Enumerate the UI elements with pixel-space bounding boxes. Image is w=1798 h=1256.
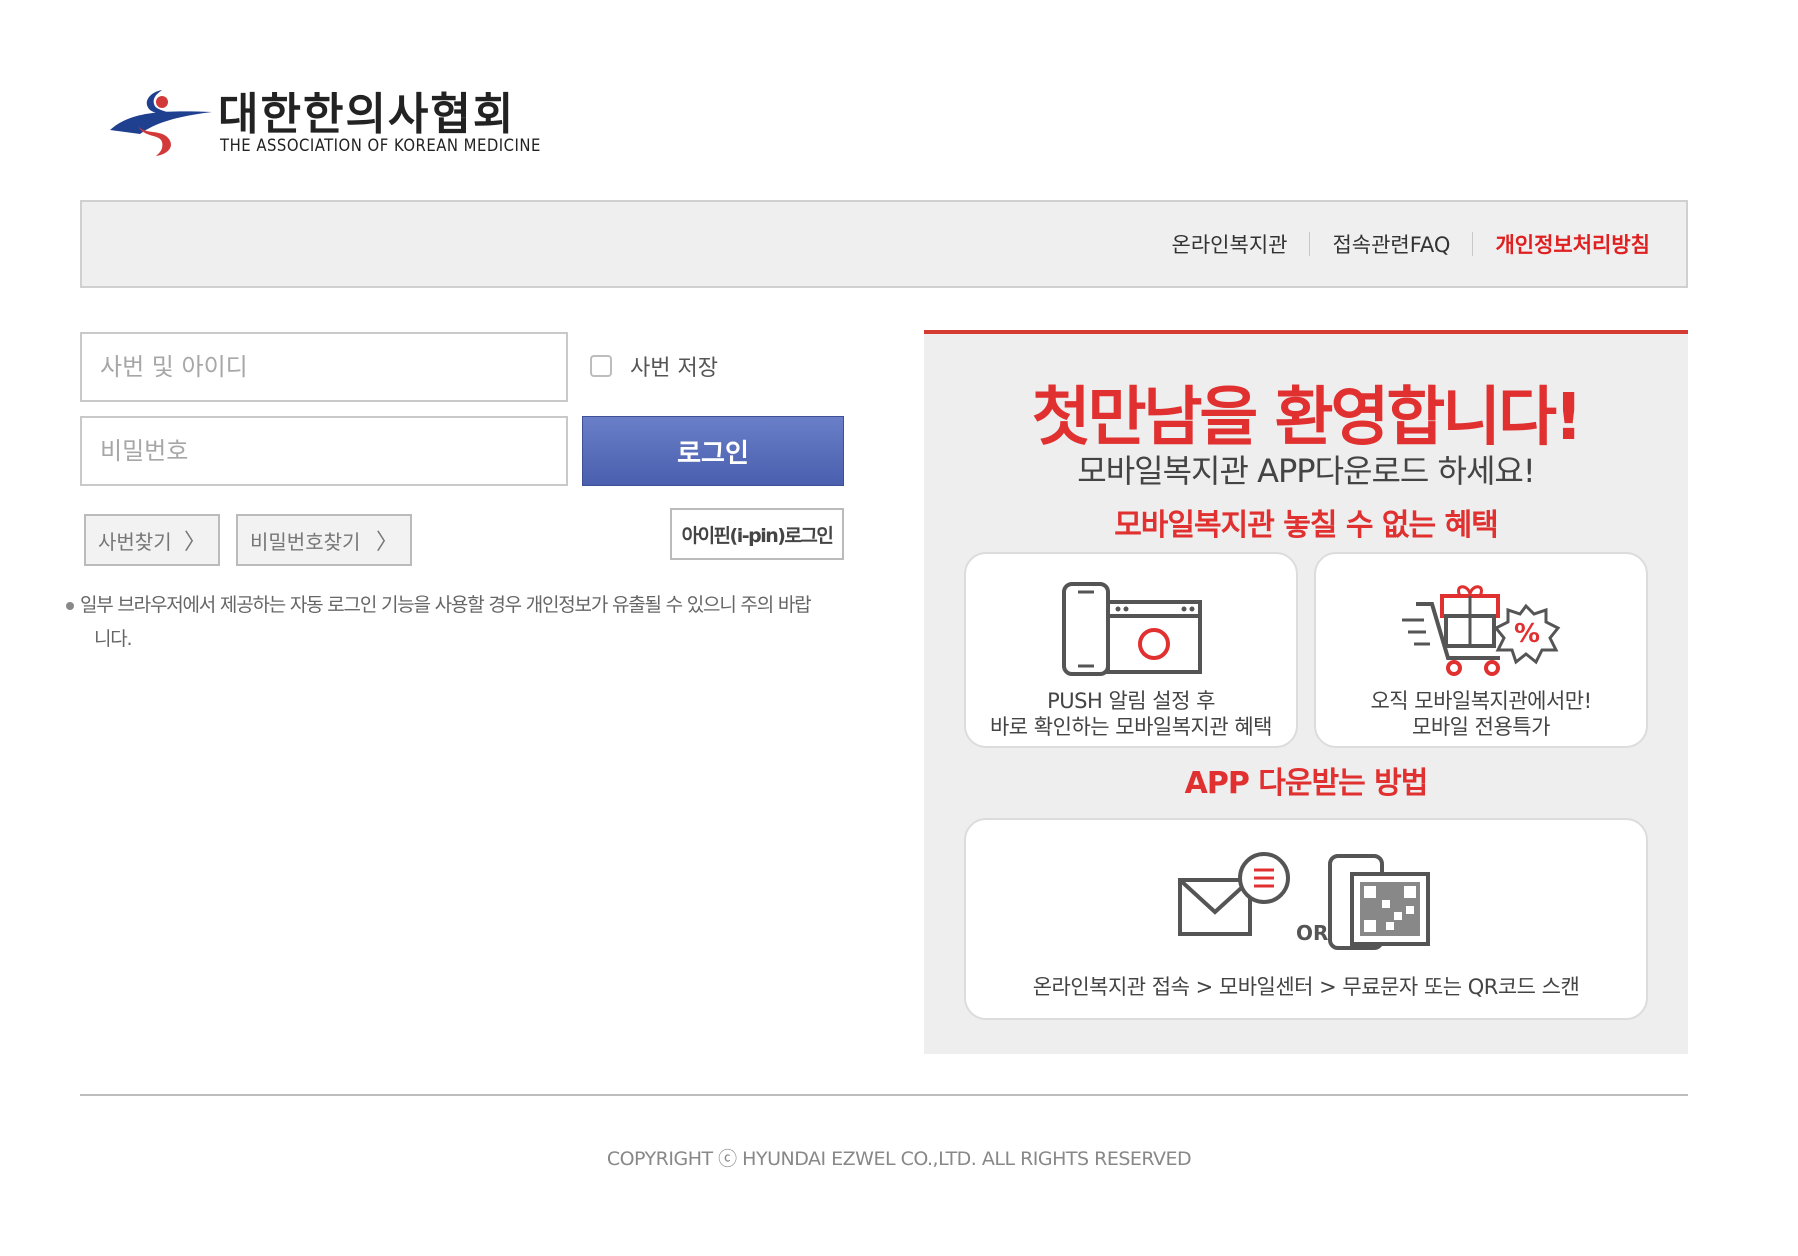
message-envelope-icon [1178, 852, 1290, 936]
promo-subtitle: 모바일복지관 APP다운로드 하세요! [1077, 452, 1535, 490]
nav-divider [1472, 232, 1474, 256]
card-special-line1: 오직 모바일복지관에서만! [1370, 689, 1592, 713]
bullet-icon [66, 601, 74, 610]
phone-browser-icon [1062, 582, 1202, 676]
phone-qr-icon [1328, 854, 1430, 950]
logo-english-name: THE ASSOCIATION OF KOREAN MEDICINE [220, 136, 541, 155]
benefit-card-special-price: % 오직 모바일복지관에서만! 모바일 전용특가 [1314, 552, 1648, 748]
ipin-login-button[interactable]: 아이핀(i-pin)로그인 [670, 508, 844, 560]
association-logo-icon [110, 90, 212, 156]
mobile-app-promo-panel: 첫만남을 환영합니다! 모바일복지관 APP다운로드 하세요! 모바일복지관 놓… [924, 330, 1688, 1054]
find-id-label: 사번찾기 [98, 529, 172, 554]
card-push-line1: PUSH 알림 설정 후 [1047, 689, 1215, 713]
save-id-checkbox[interactable] [590, 355, 612, 377]
nav-divider [1309, 232, 1311, 256]
notice-text-line2: 니다. [94, 628, 133, 650]
chevron-right-icon: 〉 [183, 530, 206, 555]
top-nav-bar: 온라인복지관 접속관련FAQ 개인정보처리방침 [80, 200, 1688, 288]
password-field-box [80, 416, 568, 486]
app-download-steps: 온라인복지관 접속 > 모바일센터 > 무료문자 또는 QR코드 스캔 [1032, 975, 1580, 999]
security-notice: 일부 브라우저에서 제공하는 자동 로그인 기능을 사용할 경우 개인정보가 유… [66, 588, 856, 656]
copyright-text: COPYRIGHT ⓒ HYUNDAI EZWEL CO.,LTD. ALL R… [606, 1148, 1192, 1170]
app-download-heading: APP 다운받는 방법 [1184, 766, 1429, 801]
download-methods-icon: OR [1178, 852, 1430, 950]
top-nav: 온라인복지관 접속관련FAQ 개인정보처리방침 [1172, 202, 1650, 286]
logo-korean-name: 대한한의사협회 [218, 89, 516, 140]
svg-text:OR: OR [1296, 921, 1328, 945]
benefit-heading: 모바일복지관 놓칠 수 없는 혜택 [1114, 508, 1499, 543]
notice-text-line1: 일부 브라우저에서 제공하는 자동 로그인 기능을 사용할 경우 개인정보가 유… [80, 594, 812, 616]
svg-text:%: % [1514, 619, 1540, 649]
card-push-line2: 바로 확인하는 모바일복지관 혜택 [989, 715, 1273, 739]
save-id-option[interactable]: 사번 저장 [590, 350, 718, 382]
password-input[interactable] [82, 418, 566, 484]
find-password-label: 비밀번호찾기 [250, 529, 361, 554]
nav-online-welfare[interactable]: 온라인복지관 [1172, 229, 1288, 259]
gift-cart-discount-icon: % [1402, 585, 1561, 676]
promo-title: 첫만남을 환영합니다! [1031, 381, 1583, 455]
login-button[interactable]: 로그인 [582, 416, 844, 486]
find-id-button[interactable]: 사번찾기 〉 [84, 514, 220, 566]
logo[interactable]: 대한한의사협회 THE ASSOCIATION OF KOREAN MEDICI… [100, 78, 560, 168]
chevron-right-icon: 〉 [375, 530, 398, 555]
nav-access-faq[interactable]: 접속관련FAQ [1332, 229, 1450, 259]
card-special-line2: 모바일 전용특가 [1412, 715, 1550, 739]
nav-privacy-policy[interactable]: 개인정보처리방침 [1495, 229, 1650, 259]
footer-divider [80, 1094, 1688, 1096]
benefit-card-push: PUSH 알림 설정 후 바로 확인하는 모바일복지관 혜택 [964, 552, 1298, 748]
save-id-label: 사번 저장 [630, 356, 718, 381]
find-password-button[interactable]: 비밀번호찾기 〉 [236, 514, 412, 566]
id-field-box [80, 332, 568, 402]
app-download-card: OR 온라인복지관 접속 > 모바일센터 > 무료문자 또는 QR코드 스캔 [964, 818, 1648, 1020]
id-input[interactable] [82, 334, 566, 400]
